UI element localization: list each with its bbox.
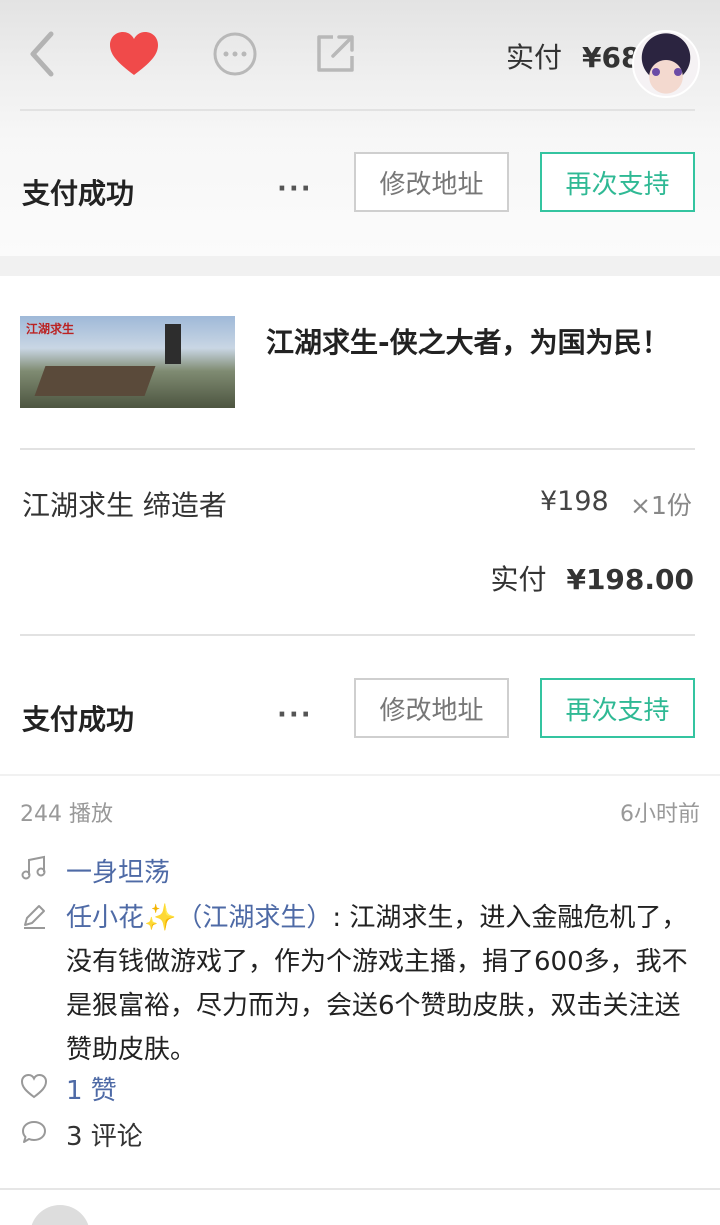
thumbnail-logo: 江湖求生 — [26, 322, 75, 336]
project-thumbnail[interactable]: 江湖求生 — [20, 316, 235, 408]
avatar-eye-icon — [674, 68, 682, 76]
heart-outline-icon[interactable] — [20, 1072, 48, 1100]
post-author[interactable]: 任小花 — [66, 903, 144, 933]
share-icon[interactable] — [307, 26, 363, 82]
post-time: 6小时前 — [620, 802, 700, 827]
order-status-row: 支付成功 ··· 修改地址 再次支持 — [0, 678, 720, 758]
more-dots-icon[interactable]: ··· — [277, 700, 313, 730]
support-again-button[interactable]: 再次支持 — [540, 152, 695, 212]
modify-address-button[interactable]: 修改地址 — [354, 152, 509, 212]
avatar[interactable] — [632, 30, 700, 98]
next-post-avatar[interactable] — [30, 1205, 90, 1225]
comments-row[interactable]: 3 评论 — [20, 1116, 700, 1153]
like-count[interactable]: 1 赞 — [66, 1070, 117, 1107]
divider — [20, 634, 695, 636]
likes-row[interactable]: 1 赞 — [20, 1070, 700, 1107]
divider — [20, 109, 695, 111]
avatar-eye-icon — [652, 68, 660, 76]
order-paid-total: 实付 ¥198.00 — [490, 558, 694, 598]
thumbnail-tower — [165, 324, 181, 364]
music-note-icon — [21, 855, 46, 880]
top-area: 实付 ¥68 支付成功 ··· 修改地址 再次支持 — [0, 0, 720, 256]
reward-name: 江湖求生 缔造者 — [22, 489, 227, 522]
more-dots-icon[interactable]: ··· — [277, 174, 313, 204]
post-body: 任小花✨（江湖求生）: 江湖求生，进入金融危机了，没有钱做游戏了，作为个游戏主播… — [66, 896, 696, 1072]
order-paid-amount: ¥198.00 — [566, 563, 694, 596]
support-again-button[interactable]: 再次支持 — [540, 678, 695, 738]
comment-count[interactable]: 3 评论 — [66, 1116, 143, 1153]
divider — [20, 448, 695, 450]
payment-status: 支付成功 — [22, 703, 135, 736]
divider — [0, 774, 720, 776]
heart-icon[interactable] — [106, 26, 162, 82]
edit-pencil-icon — [24, 905, 45, 929]
section-gap — [0, 256, 720, 276]
back-icon[interactable] — [14, 26, 70, 82]
more-options-icon[interactable] — [207, 26, 263, 82]
post-author-tag[interactable]: （江湖求生） — [176, 903, 332, 933]
modify-address-button[interactable]: 修改地址 — [354, 678, 509, 738]
project-title[interactable]: 江湖求生-侠之大者，为国为民！ — [266, 318, 686, 368]
nav-bar: 实付 ¥68 — [0, 14, 720, 98]
divider — [0, 1188, 720, 1190]
order-status-row: 支付成功 ··· 修改地址 再次支持 — [0, 152, 720, 232]
play-count: 244 播放 — [20, 802, 113, 827]
reward-quantity: ×1份 — [630, 491, 692, 520]
music-row[interactable]: 一身坦荡 — [20, 852, 700, 889]
sparkle-emoji: ✨ — [144, 903, 177, 933]
thumbnail-roof — [34, 366, 156, 396]
header-paid: 实付 ¥68 — [506, 36, 640, 76]
order-paid-label: 实付 — [490, 563, 547, 596]
header-paid-label: 实付 — [506, 41, 563, 74]
reward-price: ¥198 — [540, 486, 609, 517]
comment-bubble-icon[interactable] — [20, 1118, 48, 1146]
music-title[interactable]: 一身坦荡 — [66, 852, 170, 889]
payment-status: 支付成功 — [22, 177, 135, 210]
